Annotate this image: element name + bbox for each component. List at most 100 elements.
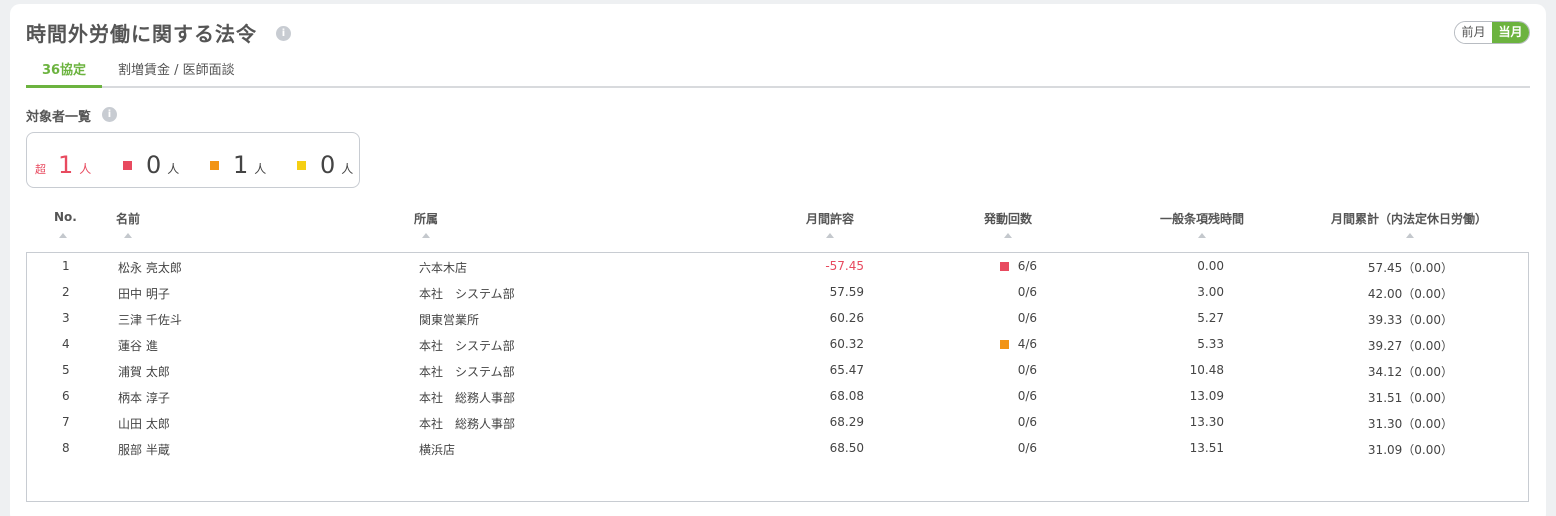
section-title: 対象者一覧 [26,110,92,125]
row-total: 31.09（0.00） [1367,443,1453,457]
row-allowance: 57.59 [829,285,864,299]
row-dept: 本社 総務人事部 [419,391,516,405]
row-count: 0/6 [1017,415,1037,429]
row-count: 0/6 [1017,441,1037,455]
row-total: 57.45（0.00） [1367,261,1453,275]
table-row[interactable]: 8 服部 半蔵 横浜店 68.50 0/6 13.51 31.09（0.00） [27,435,1528,461]
info-icon[interactable]: i [102,107,117,122]
orange-status-icon [1000,340,1009,349]
current-month-button[interactable]: 当月 [1492,22,1529,43]
table-row[interactable]: 6 柄本 淳子 本社 総務人事部 68.08 0/6 13.09 31.51（0… [27,383,1528,409]
row-allowance: -57.45 [825,259,864,273]
row-count: 4/6 [1017,337,1037,351]
row-general: 5.33 [1197,337,1224,351]
row-dept: 本社 システム部 [419,365,515,379]
sort-icon[interactable] [1004,233,1012,238]
column-header-allowance[interactable]: 月間許容 [806,210,854,227]
info-icon[interactable]: i [276,26,291,41]
row-count: 0/6 [1017,285,1037,299]
row-general: 13.51 [1189,441,1224,455]
sort-icon[interactable] [1406,233,1414,238]
tab-bar: 36協定 割増賃金 / 医師面談 [26,58,1530,88]
summary-orange: 1 人 [210,153,266,177]
row-general: 10.48 [1189,363,1224,377]
row-name: 服部 半蔵 [118,443,170,457]
page-title: 時間外労働に関する法令 [26,22,257,46]
sort-icon[interactable] [826,233,834,238]
tab-premium-wage-doctor-interview[interactable]: 割増賃金 / 医師面談 [118,58,235,88]
row-allowance: 65.47 [829,363,864,377]
prev-month-button[interactable]: 前月 [1455,22,1492,43]
column-header-total[interactable]: 月間累計（内法定休日労働） [1331,210,1487,227]
row-general: 3.00 [1197,285,1224,299]
row-dept: 本社 総務人事部 [419,417,516,431]
summary-count: 0 [146,151,162,179]
red-status-icon [1000,262,1009,271]
month-toggle[interactable]: 前月 当月 [1454,21,1530,44]
row-allowance: 60.32 [829,337,864,351]
row-allowance: 60.26 [829,311,864,325]
sort-icon[interactable] [59,233,67,238]
row-general: 13.09 [1189,389,1224,403]
summary-count: 1 [58,151,74,179]
row-allowance: 68.08 [829,389,864,403]
table-row[interactable]: 4 蓮谷 進 本社 システム部 60.32 4/6 5.33 39.27（0.0… [27,331,1528,357]
summary-count: 0 [320,151,336,179]
row-dept: 横浜店 [419,443,456,457]
column-header-count[interactable]: 発動回数 [984,210,1032,227]
red-square-icon [123,160,132,170]
row-allowance: 68.29 [829,415,864,429]
table-row[interactable]: 7 山田 太郎 本社 総務人事部 68.29 0/6 13.30 31.30（0… [27,409,1528,435]
summary-unit: 人 [79,162,92,176]
summary-unit: 人 [341,162,354,176]
row-name: 山田 太郎 [118,417,170,431]
table-row[interactable]: 3 三津 千佐斗 関東営業所 60.26 0/6 5.27 39.33（0.00… [27,305,1528,331]
summary-yellow: 0 人 [297,153,353,177]
row-total: 31.51（0.00） [1367,391,1453,405]
sort-icon[interactable] [124,233,132,238]
row-general: 5.27 [1197,311,1224,325]
row-no: 4 [62,337,70,351]
column-header-name[interactable]: 名前 [116,210,140,227]
row-no: 3 [62,311,70,325]
row-name: 柄本 淳子 [118,391,170,405]
yellow-square-icon [297,160,306,170]
summary-unit: 人 [167,162,180,176]
table-row[interactable]: 2 田中 明子 本社 システム部 57.59 0/6 3.00 42.00（0.… [27,279,1528,305]
row-allowance: 68.50 [829,441,864,455]
row-no: 6 [62,389,70,403]
column-header-dept[interactable]: 所属 [414,210,438,227]
tab-36-agreement[interactable]: 36協定 [26,58,102,88]
sort-icon[interactable] [1198,233,1206,238]
summary-over-limit: 超 1 人 [35,153,91,177]
summary-box: 超 1 人 0 人 1 人 0 人 [26,132,360,188]
row-general: 13.30 [1189,415,1224,429]
row-no: 1 [62,259,70,273]
row-dept: 六本木店 [419,261,468,275]
row-no: 2 [62,285,70,299]
summary-red: 0 人 [123,153,179,177]
column-header-general[interactable]: 一般条項残時間 [1160,210,1244,227]
row-total: 31.30（0.00） [1367,417,1453,431]
row-name: 三津 千佐斗 [118,313,182,327]
table-row[interactable]: 5 浦賀 太郎 本社 システム部 65.47 0/6 10.48 34.12（0… [27,357,1528,383]
column-header-no[interactable]: No. [54,210,77,224]
row-dept: 関東営業所 [419,313,480,327]
row-total: 39.33（0.00） [1367,313,1453,327]
row-name: 蓮谷 進 [118,339,158,353]
row-name: 浦賀 太郎 [118,365,170,379]
sort-icon[interactable] [422,233,430,238]
table-row[interactable]: 1 松永 亮太郎 六本木店 -57.45 6/6 0.00 57.45（0.00… [27,253,1528,279]
row-no: 7 [62,415,70,429]
row-name: 松永 亮太郎 [118,261,182,275]
row-no: 8 [62,441,70,455]
row-total: 34.12（0.00） [1367,365,1453,379]
row-count: 6/6 [1017,259,1037,273]
row-dept: 本社 システム部 [419,339,515,353]
row-count: 0/6 [1017,363,1037,377]
row-total: 42.00（0.00） [1367,287,1453,301]
summary-count: 1 [233,151,249,179]
row-total: 39.27（0.00） [1367,339,1453,353]
over-limit-marker: 超 [35,163,46,176]
row-name: 田中 明子 [118,287,170,301]
